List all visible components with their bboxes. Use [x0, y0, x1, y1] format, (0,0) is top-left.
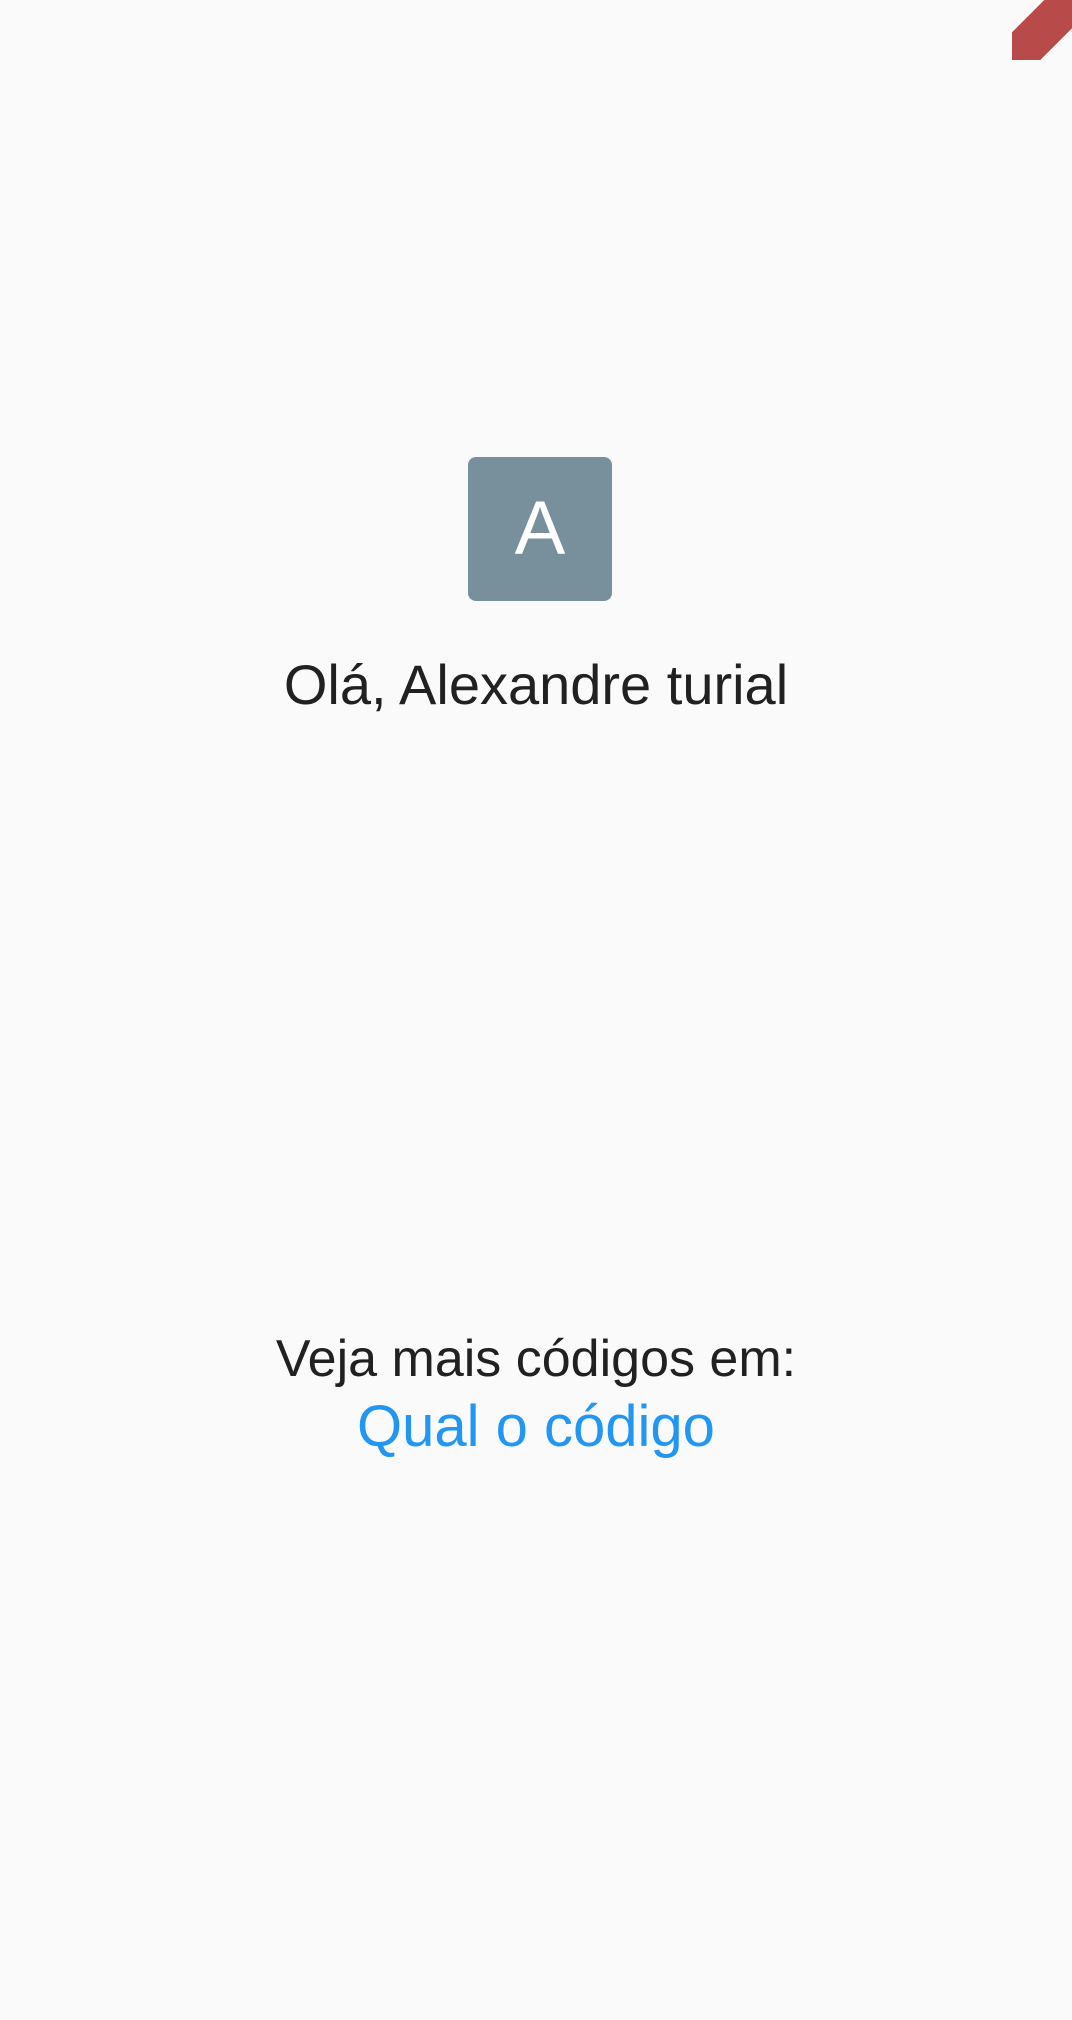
footer-caption: Veja mais códigos em:: [275, 1330, 797, 1388]
debug-banner: [1012, 0, 1072, 60]
qual-o-codigo-link[interactable]: Qual o código: [0, 1393, 1072, 1461]
avatar: A: [468, 457, 612, 601]
avatar-initial: A: [514, 486, 566, 571]
greeting-text: Olá, Alexandre turial: [283, 653, 789, 716]
